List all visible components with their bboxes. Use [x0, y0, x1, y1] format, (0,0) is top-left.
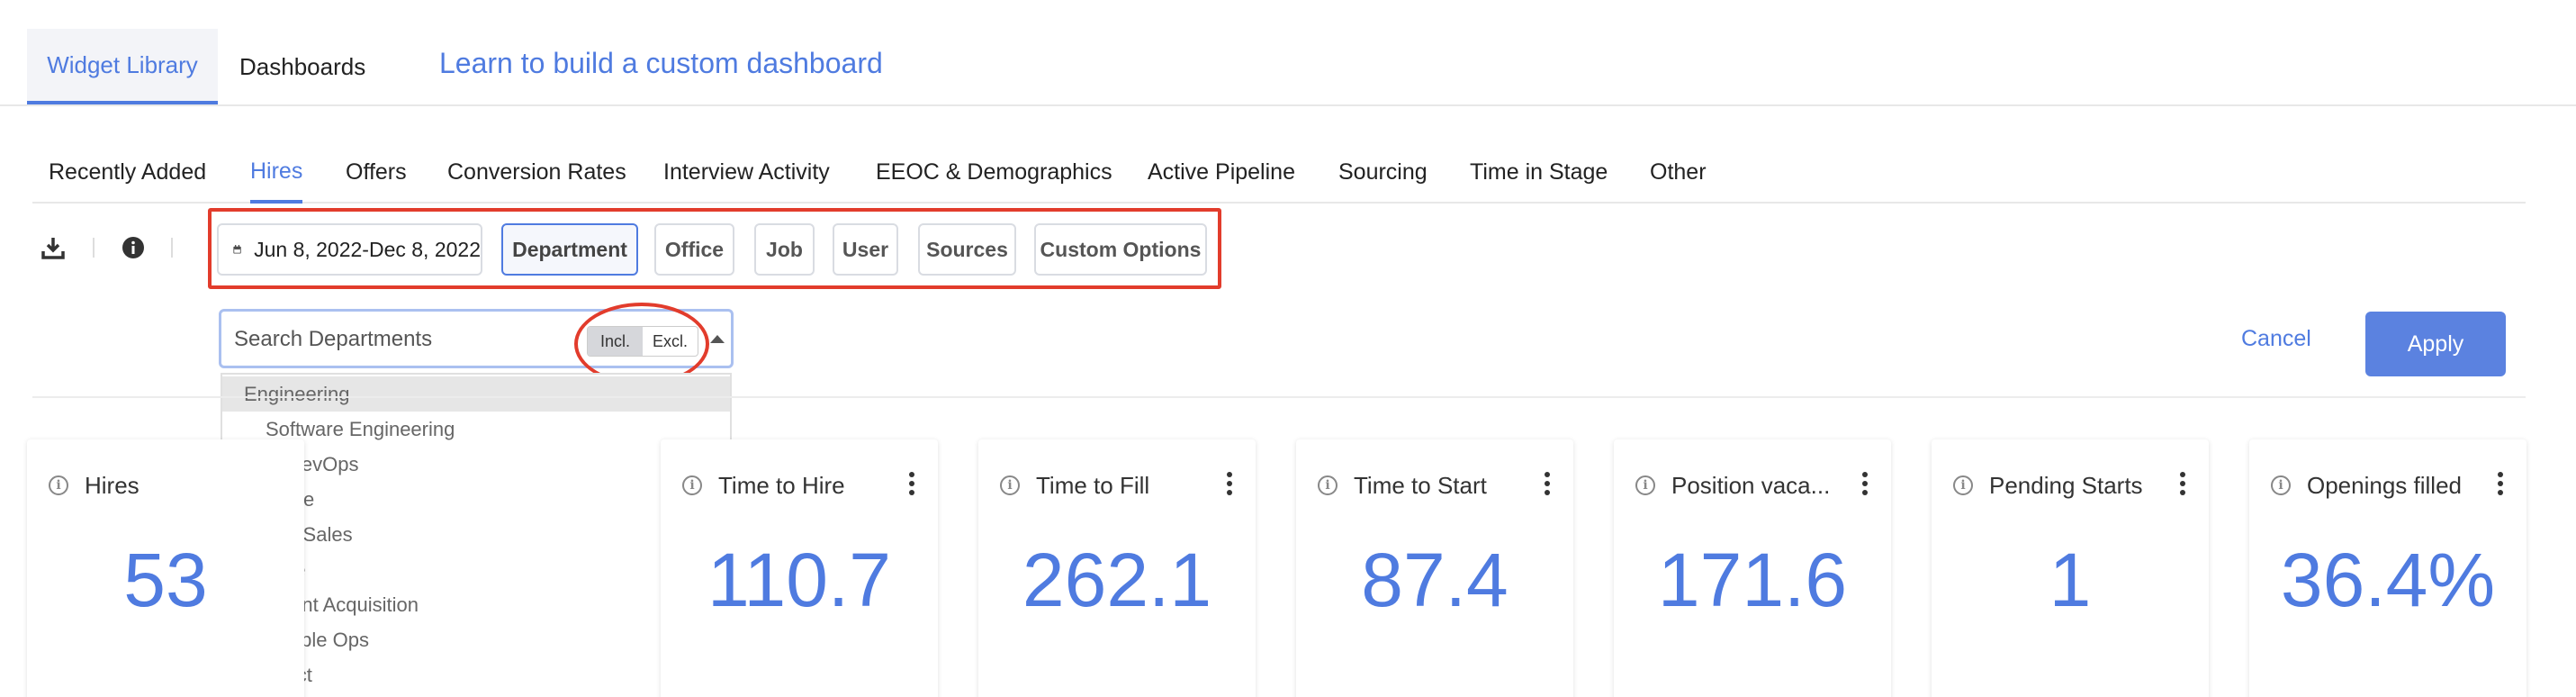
toolbar-separator [93, 238, 95, 258]
card-value: 171.6 [1657, 538, 1848, 622]
category-tabs: Recently Added Hires Offers Conversion R… [32, 142, 2526, 204]
office-filter[interactable]: Office [654, 223, 734, 276]
card-title: Time to Hire [718, 472, 845, 499]
info-icon[interactable] [118, 232, 149, 263]
apply-button[interactable]: Apply [2365, 312, 2506, 376]
tab-active-pipeline[interactable]: Active Pipeline [1148, 142, 1295, 202]
tab-time-in-stage[interactable]: Time in Stage [1470, 142, 1608, 202]
tab-widget-library[interactable]: Widget Library [27, 29, 218, 104]
card-title: Pending Starts [1989, 472, 2143, 499]
toolbar-separator [171, 238, 173, 258]
info-icon[interactable]: i [2271, 475, 2291, 495]
section-divider [32, 396, 2526, 398]
tab-interview-activity[interactable]: Interview Activity [663, 142, 830, 202]
metric-card-openings-filled: i Openings filled 36.4% [2249, 439, 2526, 697]
tab-sourcing[interactable]: Sourcing [1338, 142, 1428, 202]
more-options-icon[interactable] [1227, 472, 1232, 495]
more-options-icon[interactable] [2498, 472, 2503, 495]
caret-up-icon[interactable] [710, 335, 725, 343]
info-icon[interactable]: i [1000, 475, 1020, 495]
cancel-button[interactable]: Cancel [2241, 326, 2311, 352]
metric-card-pending-starts: i Pending Starts 1 [1932, 439, 2209, 697]
card-title: Time to Start [1354, 472, 1487, 499]
metric-card-time-to-start: i Time to Start 87.4 [1296, 439, 1573, 697]
date-range-label: Jun 8, 2022-Dec 8, 2022 [254, 237, 481, 261]
date-range-filter[interactable]: Jun 8, 2022-Dec 8, 2022 [217, 223, 482, 276]
tab-conversion-rates[interactable]: Conversion Rates [447, 142, 626, 202]
job-filter[interactable]: Job [754, 223, 815, 276]
user-filter[interactable]: User [833, 223, 898, 276]
info-icon[interactable]: i [1953, 475, 1973, 495]
tab-hires[interactable]: Hires [250, 142, 303, 204]
more-options-icon[interactable] [1545, 472, 1550, 495]
sources-filter[interactable]: Sources [918, 223, 1016, 276]
tab-dashboards[interactable]: Dashboards [239, 29, 365, 104]
metric-card-time-to-hire: i Time to Hire 110.7 [661, 439, 938, 697]
more-options-icon[interactable] [909, 472, 914, 495]
custom-options-filter[interactable]: Custom Options [1034, 223, 1207, 276]
tab-recently-added[interactable]: Recently Added [49, 142, 206, 202]
learn-custom-dashboard-link[interactable]: Learn to build a custom dashboard [439, 47, 883, 80]
more-options-icon[interactable] [2180, 472, 2185, 495]
top-navigation: Widget Library Dashboards Learn to build… [0, 0, 2576, 106]
card-value: 262.1 [1022, 538, 1212, 622]
list-item[interactable]: Engineering [222, 376, 730, 412]
info-icon[interactable]: i [682, 475, 702, 495]
card-title: Hires [85, 472, 140, 499]
card-value: 110.7 [707, 538, 891, 622]
calendar-icon [233, 245, 241, 254]
metric-card-hires: i Hires 53 [27, 439, 304, 697]
card-value: 87.4 [1361, 538, 1509, 622]
tab-offers[interactable]: Offers [346, 142, 407, 202]
tab-other[interactable]: Other [1650, 142, 1707, 202]
info-icon[interactable]: i [49, 475, 68, 495]
card-value: 53 [123, 538, 208, 622]
tab-eeoc-demographics[interactable]: EEOC & Demographics [876, 142, 1112, 202]
card-value: 36.4% [2280, 538, 2496, 622]
card-value: 1 [2049, 538, 2092, 622]
card-title: Openings filled [2307, 472, 2462, 499]
department-filter[interactable]: Department [501, 223, 638, 276]
info-icon[interactable]: i [1318, 475, 1338, 495]
download-icon[interactable] [38, 232, 68, 263]
metric-card-position-vacancy: i Position vaca... 171.6 [1614, 439, 1891, 697]
card-title: Time to Fill [1036, 472, 1150, 499]
more-options-icon[interactable] [1862, 472, 1868, 495]
search-departments-input[interactable] [234, 324, 576, 355]
metric-card-time-to-fill: i Time to Fill 262.1 [978, 439, 1256, 697]
info-icon[interactable]: i [1635, 475, 1655, 495]
card-title: Position vaca... [1671, 472, 1831, 499]
